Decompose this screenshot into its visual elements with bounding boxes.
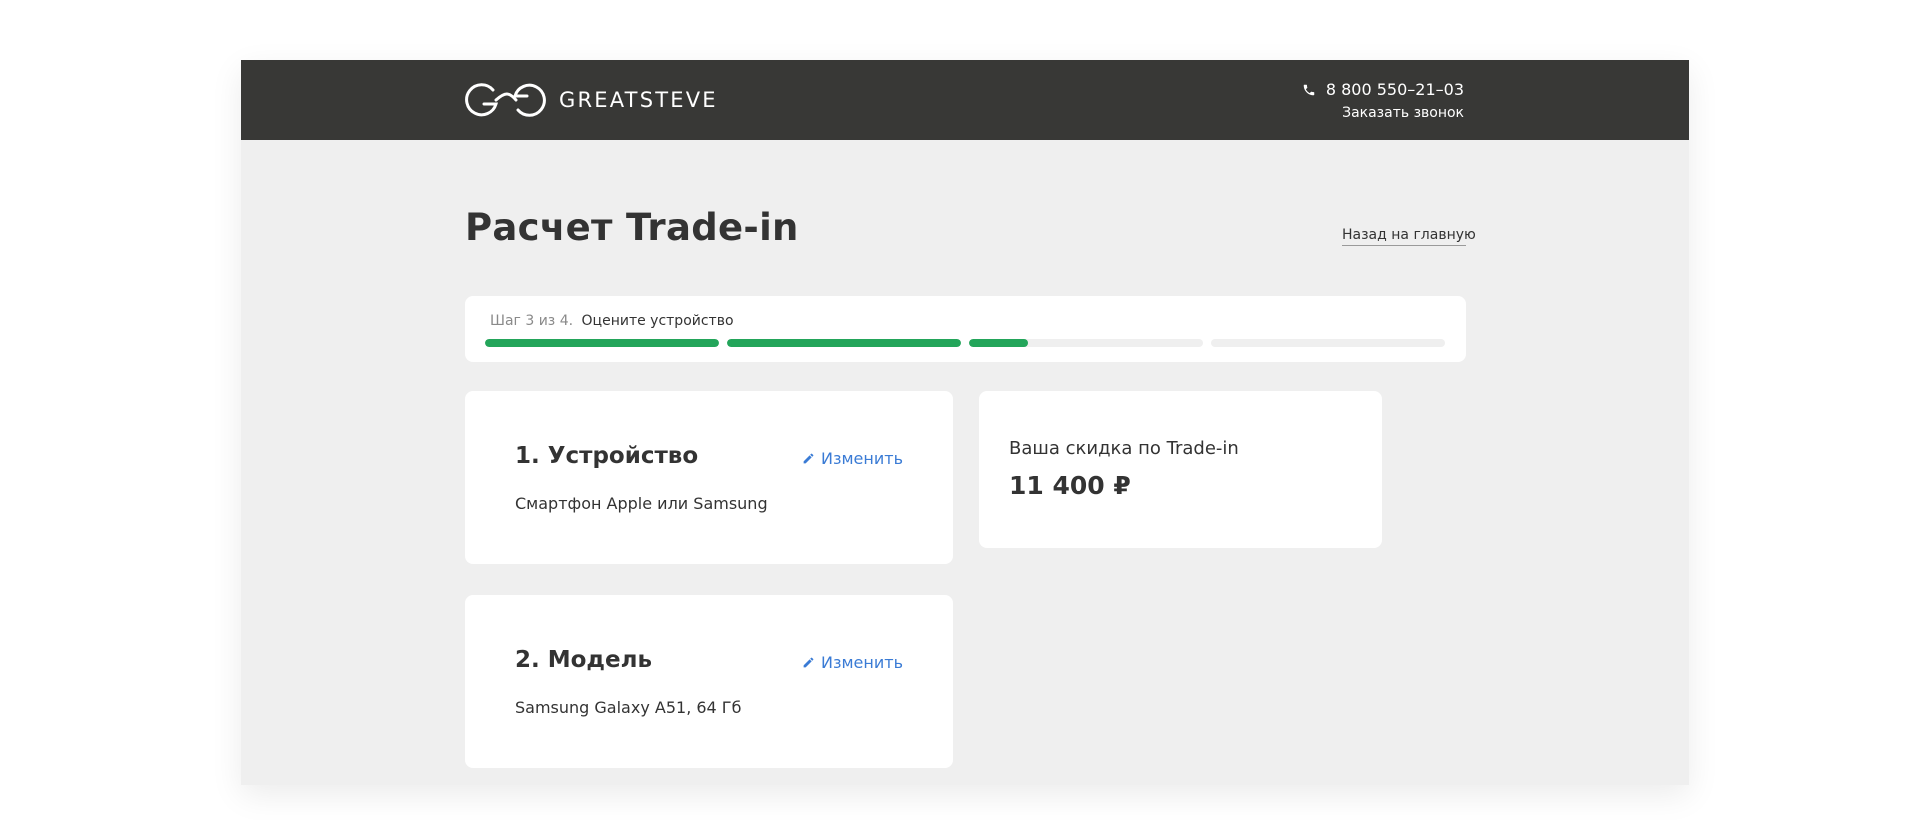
greatsteve-logo-icon: [465, 83, 546, 117]
callback-link[interactable]: Заказать звонок: [1302, 105, 1464, 121]
progress-segment: [1211, 339, 1445, 347]
page-title: Расчет Trade-in: [465, 206, 799, 249]
app-frame: GREATSTEVE 8 800 550–21–03 Заказать звон…: [241, 60, 1689, 785]
model-card-title: 2. Модель: [515, 647, 653, 673]
model-card: 2. Модель Изменить Samsung Galaxy A51, 6…: [465, 595, 953, 768]
pencil-icon: [803, 657, 814, 668]
phone-row[interactable]: 8 800 550–21–03: [1302, 80, 1464, 99]
phone-icon: [1303, 84, 1315, 95]
discount-card: Ваша скидка по Trade-in 11 400 ₽: [979, 391, 1382, 548]
header-bar: GREATSTEVE 8 800 550–21–03 Заказать звон…: [241, 60, 1689, 140]
back-to-home-link[interactable]: Назад на главную: [1342, 227, 1476, 246]
progress-card: Шаг 3 из 4. Оцените устройство: [465, 296, 1466, 362]
brand-name: GREATSTEVE: [559, 88, 718, 112]
phone-number: 8 800 550–21–03: [1325, 80, 1464, 99]
progress-segment: [485, 339, 719, 347]
progress-segment: [969, 339, 1203, 347]
pencil-icon: [803, 453, 814, 464]
progress-bars: [485, 339, 1445, 347]
header-contact: 8 800 550–21–03 Заказать звонок: [1302, 80, 1464, 121]
edit-device-label: Изменить: [821, 449, 903, 468]
edit-model-label: Изменить: [821, 653, 903, 672]
device-card-value: Смартфон Apple или Samsung: [515, 494, 768, 513]
step-count: Шаг 3 из 4.: [490, 313, 574, 329]
progress-segment-fill: [485, 339, 719, 347]
progress-segment-fill: [727, 339, 961, 347]
step-name: Оцените устройство: [581, 313, 734, 329]
progress-segment-fill: [969, 339, 1028, 347]
discount-label: Ваша скидка по Trade-in: [1009, 438, 1239, 459]
model-card-value: Samsung Galaxy A51, 64 Гб: [515, 698, 742, 717]
edit-model-button[interactable]: Изменить: [802, 653, 903, 672]
progress-segment: [727, 339, 961, 347]
edit-device-button[interactable]: Изменить: [802, 449, 903, 468]
device-card: 1. Устройство Изменить Смартфон Apple ил…: [465, 391, 953, 564]
step-indicator: Шаг 3 из 4. Оцените устройство: [490, 313, 734, 329]
device-card-title: 1. Устройство: [515, 443, 699, 469]
discount-value: 11 400 ₽: [1009, 471, 1131, 500]
brand-logo[interactable]: GREATSTEVE: [465, 82, 718, 118]
